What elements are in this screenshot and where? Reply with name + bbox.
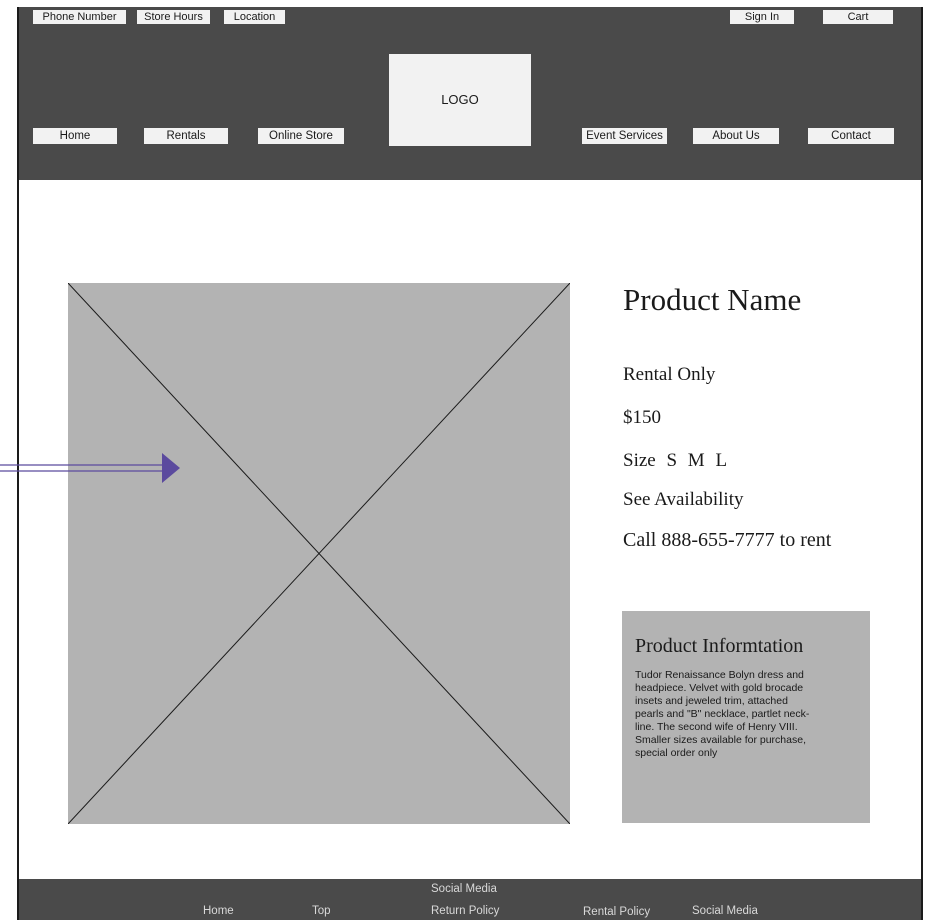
placeholder-cross-icon <box>68 283 570 824</box>
product-image-placeholder[interactable] <box>68 283 570 824</box>
nav-rentals[interactable]: Rentals <box>144 128 228 144</box>
nav-about-us[interactable]: About Us <box>693 128 779 144</box>
footer-social-media-link[interactable]: Social Media <box>692 905 758 917</box>
size-option-s[interactable]: S <box>666 450 677 471</box>
cart-button[interactable]: Cart <box>823 10 893 24</box>
sign-in-button[interactable]: Sign In <box>730 10 794 24</box>
nav-online-store[interactable]: Online Store <box>258 128 344 144</box>
description-line: Smaller sizes available for purchase, <box>635 734 806 746</box>
product-information-panel: Product Informtation Tudor Renaissance B… <box>622 611 870 823</box>
annotation-arrow-icon <box>0 453 180 483</box>
product-information-description: Tudor Renaissance Bolyn dress and headpi… <box>635 669 863 760</box>
description-line: headpiece. Velvet with gold brocade <box>635 682 804 694</box>
see-availability-link[interactable]: See Availability <box>623 489 744 511</box>
nav-contact[interactable]: Contact <box>808 128 894 144</box>
phone-number-link[interactable]: Phone Number <box>33 10 126 24</box>
product-price: $150 <box>623 407 661 428</box>
frame-border-right <box>921 7 923 920</box>
product-name: Product Name <box>623 282 802 317</box>
description-line: special order only <box>635 747 718 759</box>
description-line: pearls and "B" necklace, partlet neck- <box>635 708 810 720</box>
logo-placeholder[interactable]: LOGO <box>389 54 531 146</box>
location-link[interactable]: Location <box>224 10 285 24</box>
nav-event-services[interactable]: Event Services <box>582 128 667 144</box>
size-option-l[interactable]: L <box>715 450 727 471</box>
description-line: line. The second wife of Henry VIII. <box>635 721 798 733</box>
footer-top-link[interactable]: Top <box>312 905 331 917</box>
description-line: Tudor Renaissance Bolyn dress and <box>635 669 804 681</box>
description-line: insets and jeweled trim, attached <box>635 695 788 707</box>
size-label: Size <box>623 450 656 471</box>
rental-only-label: Rental Only <box>623 364 716 385</box>
size-selector: Size S M L <box>623 450 727 472</box>
nav-home[interactable]: Home <box>33 128 117 144</box>
call-to-rent-text: Call 888-655-7777 to rent <box>623 529 832 551</box>
footer-rental-policy-link[interactable]: Rental Policy <box>583 906 650 918</box>
product-information-title: Product Informtation <box>635 635 804 657</box>
footer-home-link[interactable]: Home <box>203 905 234 917</box>
store-hours-link[interactable]: Store Hours <box>137 10 210 24</box>
footer-return-policy-link[interactable]: Return Policy <box>431 905 499 917</box>
size-option-m[interactable]: M <box>688 450 705 471</box>
footer-social-media-top[interactable]: Social Media <box>431 883 497 895</box>
